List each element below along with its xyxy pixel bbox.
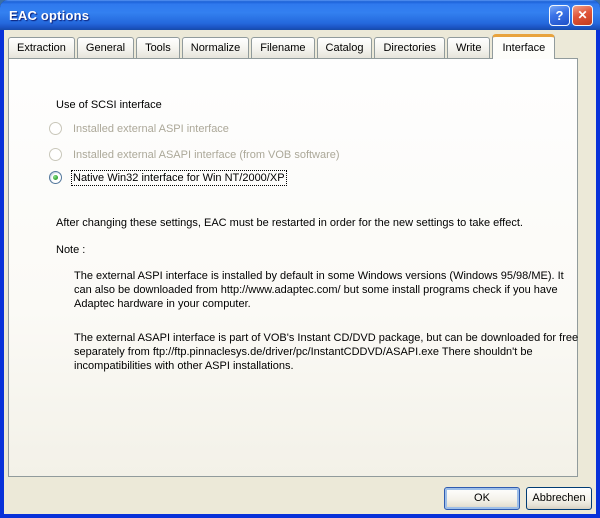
eac-options-dialog: EAC options ? ✕ Extraction General Tools… (0, 0, 600, 518)
tab-filename[interactable]: Filename (251, 37, 315, 58)
tab-tools[interactable]: Tools (136, 37, 180, 58)
tab-catalog[interactable]: Catalog (316, 37, 373, 58)
note-label: Note : (56, 244, 86, 256)
restart-note: After changing these settings, EAC must … (56, 217, 523, 229)
note-paragraph-aspi: The external ASPI interface is installed… (74, 270, 564, 310)
tab-directories[interactable]: Directories (374, 37, 446, 58)
tab-interface[interactable]: Interface (492, 34, 556, 59)
cancel-button[interactable]: Abbrechen (526, 487, 592, 510)
ok-button[interactable]: OK (444, 487, 520, 510)
tab-strip: Extraction General Tools Normalize Filen… (8, 33, 557, 59)
radio-button-native-win32[interactable] (49, 171, 62, 184)
title-bar[interactable]: EAC options ? ✕ (0, 0, 600, 30)
radio-label-native-win32[interactable]: Native Win32 interface for Win NT/2000/X… (71, 169, 287, 186)
note-paragraph-asapi: The external ASAPI interface is part of … (74, 332, 579, 372)
help-icon[interactable]: ? (549, 5, 570, 26)
dialog-client-area: Extraction General Tools Normalize Filen… (4, 30, 596, 514)
tab-general[interactable]: General (76, 37, 135, 58)
radio-label-aspi: Installed external ASPI interface (73, 122, 229, 135)
tab-write[interactable]: Write (447, 37, 491, 58)
radio-row-asapi: Installed external ASAPI interface (from… (49, 148, 340, 161)
close-icon[interactable]: ✕ (572, 5, 593, 26)
radio-button-asapi (49, 148, 62, 161)
titlebar-buttons: ? ✕ (549, 5, 593, 26)
radio-row-aspi: Installed external ASPI interface (49, 122, 229, 135)
window-title: EAC options (9, 7, 90, 23)
interface-tab-panel: Use of SCSI interface Installed external… (8, 58, 578, 477)
radio-button-aspi (49, 122, 62, 135)
tab-normalize[interactable]: Normalize (181, 37, 250, 58)
radio-row-native-win32[interactable]: Native Win32 interface for Win NT/2000/X… (49, 169, 287, 186)
tab-extraction[interactable]: Extraction (8, 37, 75, 58)
radio-label-asapi: Installed external ASAPI interface (from… (73, 148, 340, 161)
scsi-group-label: Use of SCSI interface (56, 99, 162, 111)
